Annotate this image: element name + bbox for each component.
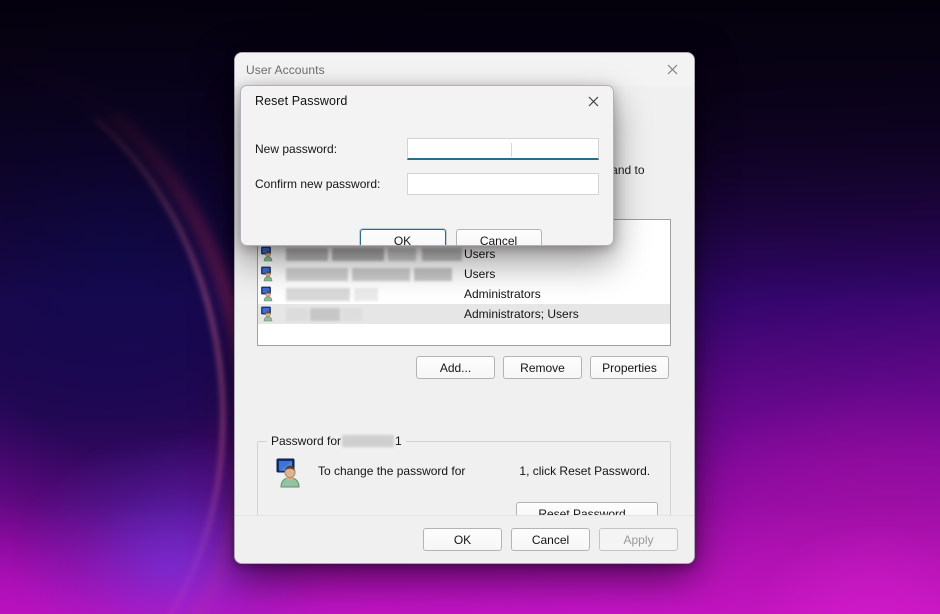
user-name-redacted <box>282 287 462 301</box>
body-suffix: 1, click Reset Password. <box>519 464 651 478</box>
reset-cancel-button[interactable]: Cancel <box>455 229 542 246</box>
user-accounts-footer: OK Cancel Apply <box>235 515 694 563</box>
reset-password-buttons: OK Cancel <box>241 229 613 246</box>
cancel-button-label: Cancel <box>531 532 570 547</box>
properties-button-label: Properties <box>602 360 657 375</box>
body-prefix: To change the password for <box>318 464 466 478</box>
user-account-icon <box>276 456 308 488</box>
table-row[interactable]: Administrators; Users <box>258 304 670 324</box>
table-row[interactable]: Administrators <box>258 284 670 304</box>
cancel-button[interactable]: Cancel <box>511 528 590 551</box>
confirm-password-label: Confirm new password: <box>255 177 381 191</box>
user-name-redacted <box>282 267 462 281</box>
legend-username-redacted <box>342 435 395 447</box>
confirm-password-input[interactable] <box>407 173 599 195</box>
reset-ok-button[interactable]: OK <box>359 229 446 246</box>
ok-button[interactable]: OK <box>423 528 502 551</box>
user-accounts-title: User Accounts <box>246 62 325 77</box>
legend-suffix: 1 <box>395 434 402 448</box>
listview-action-buttons: Add... Remove Properties <box>257 356 669 379</box>
add-button[interactable]: Add... <box>416 356 495 379</box>
desktop: User Accounts Use the list below to gran… <box>0 0 940 614</box>
ok-button-label: OK <box>453 532 472 547</box>
text-caret <box>511 143 512 157</box>
reset-password-titlebar[interactable]: Reset Password <box>241 86 613 116</box>
add-button-label: Add... <box>439 360 472 375</box>
reset-password-body: New password: Confirm new password: OK C… <box>241 116 613 246</box>
reset-ok-button-label: OK <box>393 233 412 246</box>
properties-button[interactable]: Properties <box>590 356 669 379</box>
user-accounts-titlebar[interactable]: User Accounts <box>235 53 694 86</box>
user-group: Users <box>464 267 496 281</box>
user-icon <box>261 246 277 262</box>
user-group: Users <box>464 247 496 261</box>
table-row[interactable]: Users <box>258 244 670 264</box>
user-group: Administrators <box>464 287 541 301</box>
reset-cancel-button-label: Cancel <box>479 233 518 246</box>
legend-prefix: Password for <box>271 434 342 448</box>
user-group: Administrators; Users <box>464 307 579 321</box>
close-icon[interactable] <box>573 86 613 116</box>
user-name-redacted <box>282 247 462 261</box>
reset-password-dialog: Reset Password New password: Confirm new… <box>240 85 614 246</box>
apply-button: Apply <box>599 528 678 551</box>
password-groupbox-legend: Password for 1 <box>267 434 406 448</box>
password-groupbox-text: To change the password for 1, click Rese… <box>318 464 650 478</box>
table-row[interactable]: Users <box>258 264 670 284</box>
user-icon <box>261 286 277 302</box>
user-name-redacted <box>282 307 462 321</box>
remove-button[interactable]: Remove <box>503 356 582 379</box>
user-icon <box>261 306 277 322</box>
new-password-input[interactable] <box>407 138 599 160</box>
close-icon[interactable] <box>650 53 694 86</box>
remove-button-label: Remove <box>520 360 565 375</box>
apply-button-label: Apply <box>623 532 654 547</box>
new-password-label: New password: <box>255 142 338 156</box>
user-icon <box>261 266 277 282</box>
reset-password-title: Reset Password <box>255 94 348 108</box>
